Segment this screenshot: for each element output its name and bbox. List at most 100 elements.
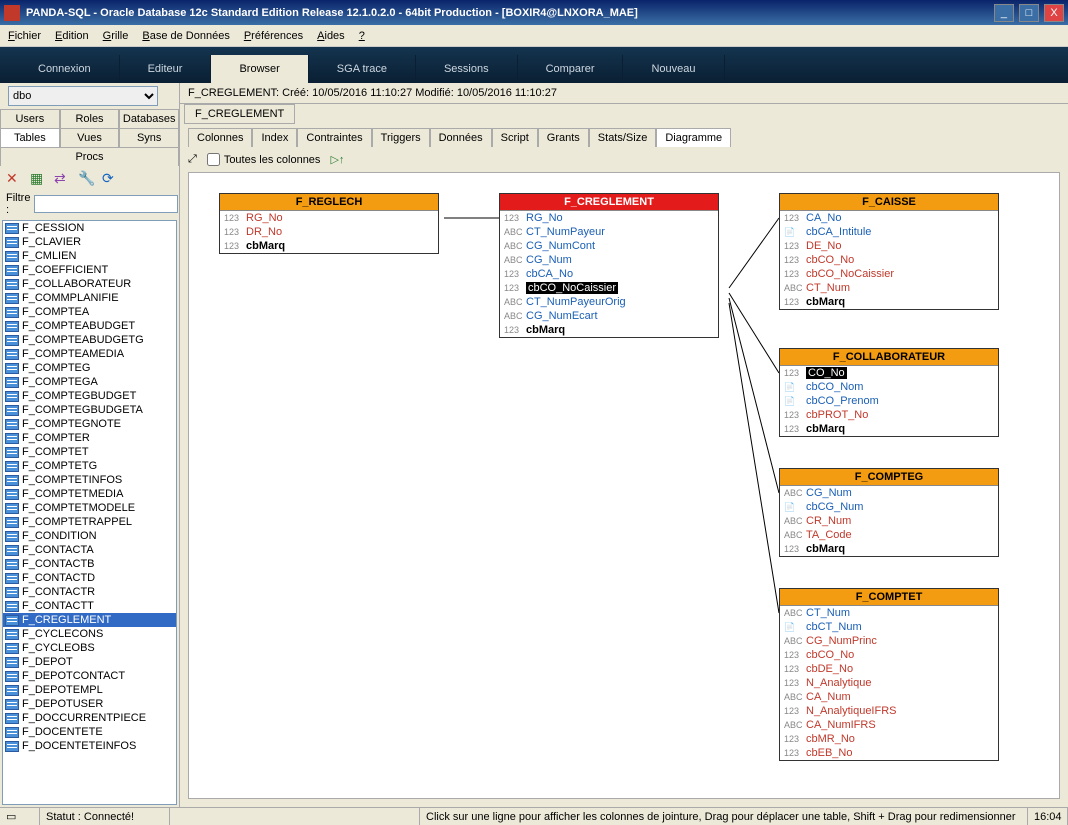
column-row[interactable]: 123DR_No	[220, 225, 438, 239]
lefttab-syns[interactable]: Syns	[119, 128, 179, 147]
column-row[interactable]: ABCCT_Num	[780, 281, 998, 295]
column-row[interactable]: ABCCT_NumPayeurOrig	[500, 295, 718, 309]
column-row[interactable]: 123cbCO_NoCaissier	[780, 267, 998, 281]
column-row[interactable]: 📄cbCG_Num	[780, 500, 998, 514]
table-item[interactable]: F_CONTACTR	[3, 585, 176, 599]
column-row[interactable]: 123cbMarq	[780, 542, 998, 556]
diagram-table[interactable]: F_CAISSE123CA_No📄cbCA_Intitule123DE_No12…	[779, 193, 999, 310]
column-row[interactable]: 123cbEB_No	[780, 746, 998, 760]
detail-tab-grants[interactable]: Grants	[538, 128, 589, 147]
table-item[interactable]: F_CYCLECONS	[3, 627, 176, 641]
column-row[interactable]: ABCCG_NumPrinc	[780, 634, 998, 648]
table-item[interactable]: F_DEPOTCONTACT	[3, 669, 176, 683]
column-row[interactable]: 123cbMarq	[500, 323, 718, 337]
column-row[interactable]: 123N_Analytique	[780, 676, 998, 690]
table-item[interactable]: F_COMPTEG	[3, 361, 176, 375]
table-item[interactable]: F_COMPTETINFOS	[3, 473, 176, 487]
table-item[interactable]: F_COMPTEABUDGETG	[3, 333, 176, 347]
table-item[interactable]: F_COMPTETMEDIA	[3, 487, 176, 501]
column-row[interactable]: 123DE_No	[780, 239, 998, 253]
column-row[interactable]: 123N_AnalytiqueIFRS	[780, 704, 998, 718]
diagram-table[interactable]: F_COMPTEGABCCG_Num📄cbCG_NumABCCR_NumABCT…	[779, 468, 999, 557]
table-item[interactable]: F_CONTACTD	[3, 571, 176, 585]
detail-tab-données[interactable]: Données	[430, 128, 492, 147]
column-row[interactable]: 📄cbCA_Intitule	[780, 225, 998, 239]
tab-nouveau[interactable]: Nouveau	[623, 55, 724, 83]
column-row[interactable]: ABCCA_Num	[780, 690, 998, 704]
table-item[interactable]: F_COMPTEGNOTE	[3, 417, 176, 431]
column-row[interactable]: 📄cbCT_Num	[780, 620, 998, 634]
table-item[interactable]: F_DEPOT	[3, 655, 176, 669]
column-row[interactable]: ABCCG_Num	[780, 486, 998, 500]
all-columns-checkbox[interactable]	[207, 153, 220, 166]
table-item[interactable]: F_COEFFICIENT	[3, 263, 176, 277]
table-item[interactable]: F_COMMPLANIFIE	[3, 291, 176, 305]
tab-sessions[interactable]: Sessions	[416, 55, 518, 83]
column-row[interactable]: 123cbCO_NoCaissier	[500, 281, 718, 295]
table-item[interactable]: F_CONTACTT	[3, 599, 176, 613]
detail-tab-index[interactable]: Index	[252, 128, 297, 147]
lefttab-roles[interactable]: Roles	[60, 109, 120, 128]
table-item[interactable]: F_CONTACTB	[3, 557, 176, 571]
diagram-table[interactable]: F_COMPTETABCCT_Num📄cbCT_NumABCCG_NumPrin…	[779, 588, 999, 761]
tab-connexion[interactable]: Connexion	[10, 55, 120, 83]
column-row[interactable]: 📄cbCO_Prenom	[780, 394, 998, 408]
column-row[interactable]: ABCCG_NumCont	[500, 239, 718, 253]
column-row[interactable]: 123cbMarq	[220, 239, 438, 253]
tab-browser[interactable]: Browser	[211, 55, 308, 83]
column-row[interactable]: 123RG_No	[500, 211, 718, 225]
table-item[interactable]: F_COMPTEABUDGET	[3, 319, 176, 333]
link-icon[interactable]: ⇄	[54, 170, 70, 186]
close-button[interactable]: X	[1044, 4, 1064, 22]
diagram-table[interactable]: F_REGLECH123RG_No123DR_No123cbMarq	[219, 193, 439, 254]
sort-icon[interactable]: ▷↑	[330, 153, 344, 166]
lefttab-databases[interactable]: Databases	[119, 109, 179, 128]
menu-edition[interactable]: Edition	[55, 30, 89, 42]
table-item[interactable]: F_CONDITION	[3, 529, 176, 543]
column-row[interactable]: 123RG_No	[220, 211, 438, 225]
table-item[interactable]: F_COMPTEGA	[3, 375, 176, 389]
table-item[interactable]: F_COMPTETMODELE	[3, 501, 176, 515]
table-item[interactable]: F_CONTACTA	[3, 543, 176, 557]
refresh-icon[interactable]: ⟳	[102, 170, 118, 186]
table-item[interactable]: F_CESSION	[3, 221, 176, 235]
calculator-icon[interactable]: ▦	[30, 170, 46, 186]
detail-tab-diagramme[interactable]: Diagramme	[656, 128, 731, 147]
column-row[interactable]: ABCCR_Num	[780, 514, 998, 528]
column-row[interactable]: 123cbMR_No	[780, 732, 998, 746]
table-item[interactable]: F_COMPTETRAPPEL	[3, 515, 176, 529]
menu-aides[interactable]: Aides	[317, 30, 345, 42]
delete-icon[interactable]: ✕	[6, 170, 22, 186]
table-item[interactable]: F_COMPTER	[3, 431, 176, 445]
column-row[interactable]: ABCCG_Num	[500, 253, 718, 267]
menu-base de données[interactable]: Base de Données	[142, 30, 229, 42]
tab-sga trace[interactable]: SGA trace	[309, 55, 416, 83]
table-item[interactable]: F_CYCLEOBS	[3, 641, 176, 655]
table-item[interactable]: F_COMPTETG	[3, 459, 176, 473]
column-row[interactable]: 📄cbCO_Nom	[780, 380, 998, 394]
column-row[interactable]: ABCTA_Code	[780, 528, 998, 542]
column-row[interactable]: ABCCT_Num	[780, 606, 998, 620]
expand-icon[interactable]: ⤢	[188, 153, 197, 166]
lefttab-tables[interactable]: Tables	[0, 128, 60, 147]
detail-tab-stats/size[interactable]: Stats/Size	[589, 128, 657, 147]
table-item[interactable]: F_DEPOTEMPL	[3, 683, 176, 697]
table-item[interactable]: F_COLLABORATEUR	[3, 277, 176, 291]
column-row[interactable]: 123cbCO_No	[780, 253, 998, 267]
table-item[interactable]: F_COMPTEGBUDGETA	[3, 403, 176, 417]
menu-?[interactable]: ?	[359, 30, 365, 42]
tab-comparer[interactable]: Comparer	[518, 55, 624, 83]
lefttab-vues[interactable]: Vues	[60, 128, 120, 147]
column-row[interactable]: 123cbDE_No	[780, 662, 998, 676]
menu-grille[interactable]: Grille	[103, 30, 129, 42]
diagram-table[interactable]: F_COLLABORATEUR123CO_No📄cbCO_Nom📄cbCO_Pr…	[779, 348, 999, 437]
column-row[interactable]: 123cbMarq	[780, 295, 998, 309]
filter-input[interactable]	[34, 195, 178, 213]
table-item[interactable]: F_DEPOTUSER	[3, 697, 176, 711]
tools-icon[interactable]: 🔧	[78, 170, 94, 186]
column-row[interactable]: 123cbCA_No	[500, 267, 718, 281]
table-item[interactable]: F_CMLIEN	[3, 249, 176, 263]
file-tab[interactable]: F_CREGLEMENT	[184, 104, 295, 124]
column-row[interactable]: ABCCT_NumPayeur	[500, 225, 718, 239]
table-item[interactable]: F_DOCENTETEINFOS	[3, 739, 176, 753]
